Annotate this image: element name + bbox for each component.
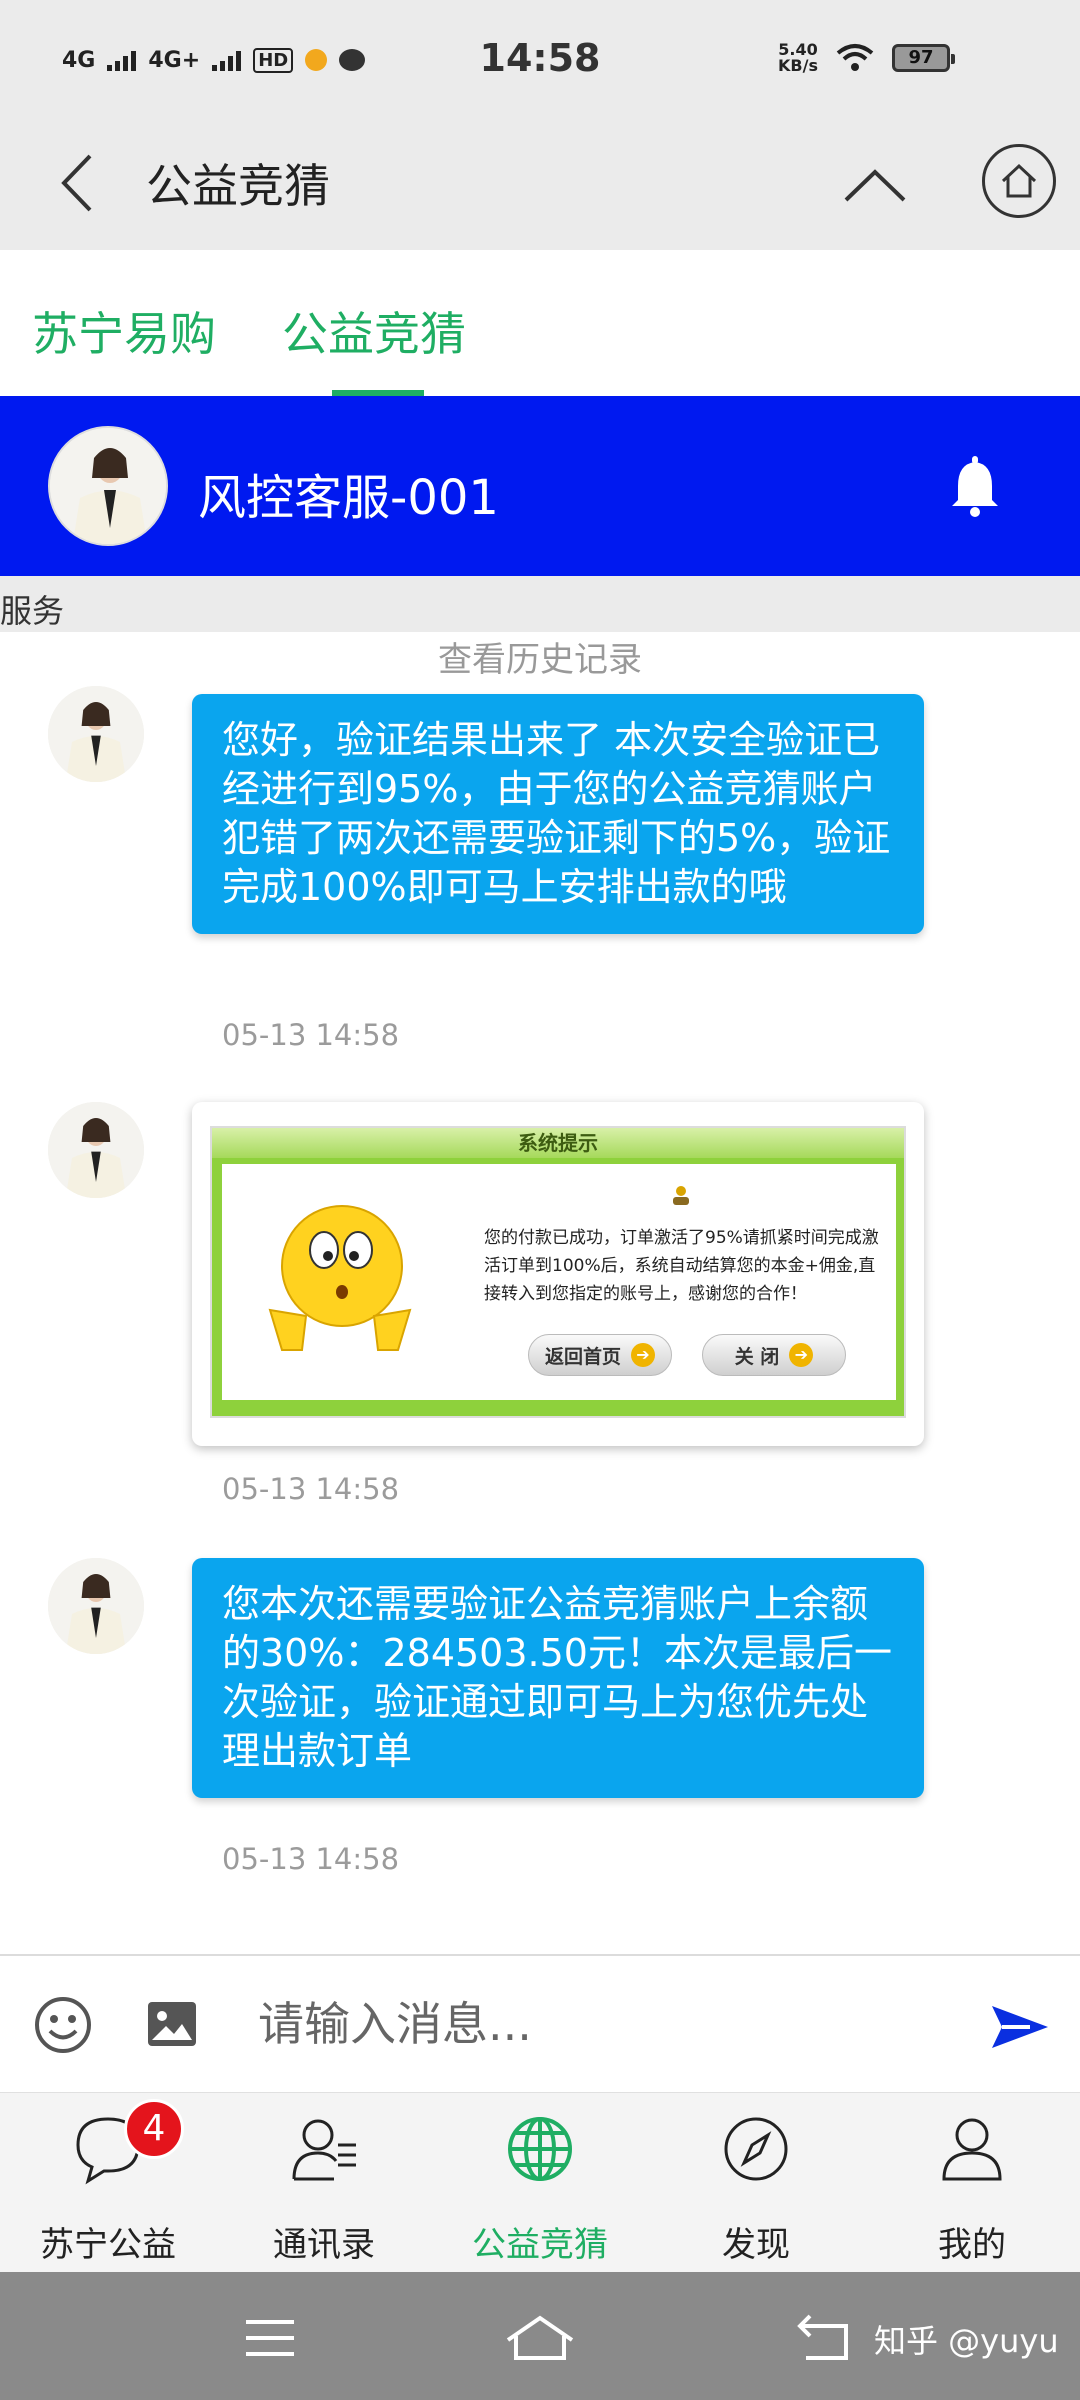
view-history-link[interactable]: 查看历史记录 — [0, 632, 1080, 681]
home-button[interactable] — [982, 144, 1056, 218]
status-bar: 4G 4G+ HD 14:58 5.40 KB/s 97 — [0, 0, 1080, 120]
return-home-label: 返回首页 — [544, 1345, 621, 1368]
speed-unit: KB/s — [778, 56, 818, 75]
avatar-portrait — [48, 1102, 144, 1198]
watermark: 知乎 @yuyu — [874, 2322, 1059, 2360]
dialog-title: 系统提示 — [212, 1128, 904, 1158]
image-icon[interactable] — [146, 2000, 198, 2048]
unread-badge: 4 — [124, 2099, 184, 2159]
battery-indicator: 97 — [892, 44, 955, 72]
service-text: 服务 — [0, 592, 65, 630]
service-bar: 服务 — [0, 576, 1080, 632]
home-icon — [1001, 163, 1037, 198]
agent-avatar[interactable] — [48, 426, 168, 546]
menu-icon[interactable] — [244, 2318, 296, 2358]
message-bubble[interactable]: 您本次还需要验证公益竞猜账户上余额的30%：284503.50元！本次是最后一次… — [192, 1558, 924, 1798]
nav-label: 我的 — [938, 2225, 1006, 2265]
nav-item-me[interactable]: 我的 — [864, 2113, 1080, 2265]
message-time: 05-13 14:58 — [222, 1018, 400, 1052]
agent-name: 风控客服-001 — [198, 470, 499, 526]
message-time: 05-13 14:58 — [222, 1472, 400, 1506]
avatar-portrait — [50, 428, 166, 544]
system-nav-bar: 知乎 @yuyu — [0, 2272, 1080, 2400]
message-avatar[interactable] — [48, 686, 144, 782]
title-bar: 公益竞猜 — [0, 120, 1080, 250]
network-speed: 5.40 KB/s — [778, 42, 818, 74]
image-message[interactable]: 系统提示 您的付款已成功，订单激活了95%请抓紧时间完成激活订单到100%后，系… — [192, 1102, 924, 1446]
page-title: 公益竞猜 — [146, 159, 330, 213]
nav-label: 公益竞猜 — [472, 2225, 608, 2265]
avatar-portrait — [48, 1558, 144, 1654]
back-icon[interactable] — [796, 2312, 852, 2362]
nav-item-suning-charity[interactable]: 4 苏宁公益 — [0, 2099, 216, 2265]
globe-icon — [508, 2117, 572, 2181]
chevron-up-icon[interactable] — [840, 160, 910, 210]
home-icon[interactable] — [504, 2312, 576, 2362]
arrow-right-icon: ➔ — [631, 1343, 655, 1367]
message-time: 05-13 14:58 — [222, 1842, 400, 1876]
tab-bar: 苏宁易购 公益竞猜 — [0, 250, 1080, 396]
close-label: 关 闭 — [734, 1345, 780, 1368]
tab-suning[interactable]: 苏宁易购 — [32, 298, 216, 364]
dialog-text: 您的付款已成功，订单激活了95%请抓紧时间完成激活订单到100%后，系统自动结算… — [484, 1228, 879, 1304]
tab-guessing[interactable]: 公益竞猜 — [282, 298, 466, 364]
nav-item-contacts[interactable]: 通讯录 — [216, 2113, 432, 2265]
chat-header: 风控客服-001 — [0, 396, 1080, 576]
close-button: 关 闭 ➔ — [702, 1334, 846, 1376]
nav-label: 苏宁公益 — [40, 2225, 176, 2265]
arrow-right-icon: ➔ — [789, 1343, 814, 1367]
person-icon — [942, 2118, 1002, 2181]
worried-emoji-icon — [268, 1205, 412, 1351]
input-bar — [0, 1954, 1080, 2092]
dialog-body: 您的付款已成功，订单激活了95%请抓紧时间完成激活订单到100%后，系统自动结算… — [222, 1164, 896, 1400]
nav-item-discover[interactable]: 发现 — [648, 2113, 864, 2265]
nav-label: 通讯录 — [273, 2225, 375, 2265]
wifi-icon — [836, 44, 874, 71]
back-arrow-icon[interactable] — [50, 148, 110, 218]
avatar-portrait — [48, 686, 144, 782]
emoji-icon[interactable] — [34, 1996, 92, 2054]
bell-icon[interactable] — [946, 456, 1004, 518]
message-avatar[interactable] — [48, 1102, 144, 1198]
message-bubble[interactable]: 您好，验证结果出来了 本次安全验证已经进行到95%，由于您的公益竞猜账户犯错了两… — [192, 694, 924, 934]
contacts-icon — [292, 2119, 356, 2181]
bottom-nav: 4 苏宁公益 通讯录 公益竞猜 发现 我的 — [0, 2092, 1080, 2272]
message-avatar[interactable] — [48, 1558, 144, 1654]
nav-label: 发现 — [722, 2225, 790, 2265]
system-dialog-image: 系统提示 您的付款已成功，订单激活了95%请抓紧时间完成激活订单到100%后，系… — [210, 1126, 906, 1418]
send-icon[interactable] — [990, 2002, 1050, 2052]
user-icon — [673, 1186, 689, 1205]
nav-item-guessing[interactable]: 公益竞猜 — [432, 2113, 648, 2265]
return-home-button: 返回首页 ➔ — [528, 1334, 672, 1376]
compass-icon — [724, 2117, 788, 2181]
status-right: 5.40 KB/s 97 — [778, 42, 955, 74]
message-input[interactable] — [258, 1982, 938, 2066]
